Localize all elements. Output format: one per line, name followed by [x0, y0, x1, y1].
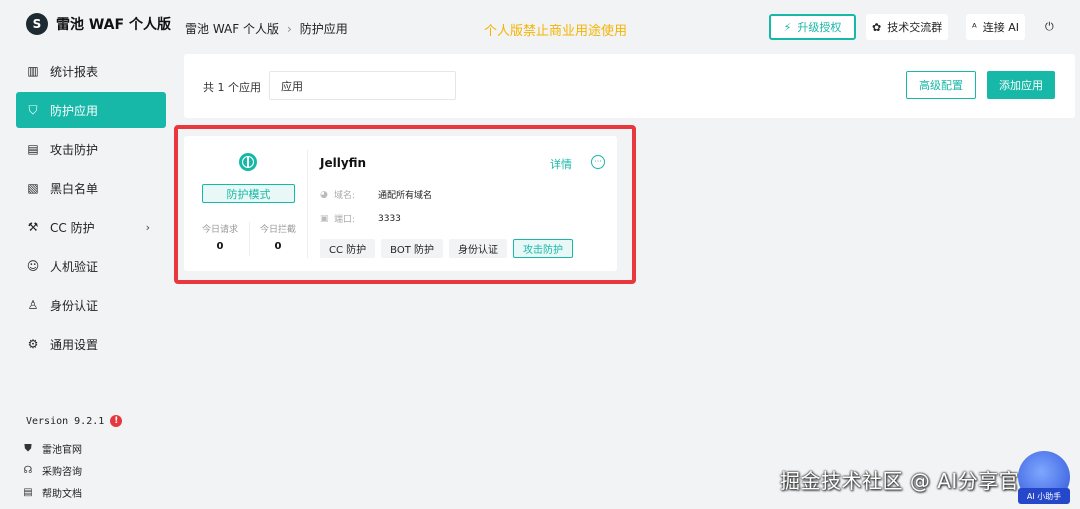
headset-icon: ☊: [23, 464, 33, 476]
tech-group-label: 技术交流群: [887, 21, 943, 34]
advanced-config-button[interactable]: 高级配置: [906, 71, 976, 99]
connect-ai-button[interactable]: ᴬ 连接 AI: [966, 14, 1026, 40]
footer-link-label: 雷池官网: [42, 444, 82, 456]
hammer-icon: ⚒: [27, 220, 39, 234]
sidebar-item-auth[interactable]: ♙ 身份认证: [16, 287, 166, 323]
bar-chart-icon: ▥: [27, 64, 39, 78]
sidebar-footer-links: ⛊ 雷池官网 ☊ 采购咨询 ▤ 帮助文档: [22, 437, 82, 503]
list-percent-icon: ▧: [27, 181, 39, 195]
sidebar-item-label: CC 防护: [50, 220, 95, 235]
person-icon: ♙: [27, 298, 39, 312]
user-check-icon: ☺: [26, 259, 40, 273]
clipboard-icon: ▤: [27, 142, 39, 156]
safeline-logo-icon: S: [26, 13, 48, 35]
upgrade-license-button[interactable]: ⚡ 升级授权: [769, 14, 856, 40]
version-text: Version 9.2.1: [26, 415, 105, 427]
sidebar-nav: ▥ 统计报表 ⛉ 防护应用 ▤ 攻击防护 ▧ 黑白名单 ⚒ CC 防护 › ☺ …: [16, 53, 166, 365]
sidebar-item-captcha[interactable]: ☺ 人机验证: [16, 248, 166, 284]
breadcrumb-root[interactable]: 雷池 WAF 个人版: [185, 20, 279, 37]
sidebar-item-cc-protection[interactable]: ⚒ CC 防护 ›: [16, 209, 166, 245]
upgrade-label: 升级授权: [797, 21, 842, 34]
sidebar-item-protected-apps[interactable]: ⛉ 防护应用: [16, 92, 166, 128]
license-notice: 个人版禁止商业用途使用: [484, 24, 628, 39]
app-search-input[interactable]: [269, 71, 456, 100]
lightning-icon: ⚡: [783, 20, 792, 34]
app-filter-panel: 共 1 个应用 高级配置 添加应用: [184, 54, 1075, 118]
sidebar-item-allow-deny-list[interactable]: ▧ 黑白名单: [16, 170, 166, 206]
sidebar: S 雷池 WAF 个人版 ▥ 统计报表 ⛉ 防护应用 ▤ 攻击防护 ▧ 黑白名单…: [0, 0, 176, 509]
top-bar: 雷池 WAF 个人版 › 防护应用 个人版禁止商业用途使用 ⚡ 升级授权 ✿ 技…: [176, 0, 1080, 54]
chevron-right-icon: ›: [286, 21, 292, 36]
update-alert-icon: !: [110, 415, 123, 427]
shield-icon: ⛉: [28, 102, 38, 117]
add-app-button[interactable]: 添加应用: [987, 71, 1055, 99]
purchase-consult-link[interactable]: ☊ 采购咨询: [22, 459, 82, 481]
connect-ai-label: 连接 AI: [982, 21, 1020, 34]
footer-link-label: 采购咨询: [42, 466, 82, 478]
chevron-right-icon: ›: [145, 220, 150, 234]
official-site-link[interactable]: ⛊ 雷池官网: [22, 437, 82, 459]
app-title: 雷池 WAF 个人版: [56, 17, 171, 33]
paw-icon: ✿: [872, 20, 882, 34]
highlight-box: [174, 125, 636, 284]
sidebar-item-label: 防护应用: [50, 103, 99, 118]
sidebar-item-label: 黑白名单: [50, 181, 99, 196]
version-info[interactable]: Version 9.2.1 !: [26, 415, 123, 427]
ai-assistant-button[interactable]: AI 小助手: [1018, 488, 1070, 504]
help-docs-link[interactable]: ▤ 帮助文档: [22, 481, 82, 503]
app-logo[interactable]: S 雷池 WAF 个人版: [26, 13, 171, 35]
sidebar-item-label: 通用设置: [50, 337, 99, 352]
sidebar-item-label: 身份认证: [50, 298, 99, 313]
sidebar-item-label: 统计报表: [50, 64, 99, 79]
safeline-shield-icon: ⛊: [24, 442, 32, 454]
footer-link-label: 帮助文档: [42, 488, 82, 500]
breadcrumb: 雷池 WAF 个人版 › 防护应用: [185, 20, 348, 37]
document-icon: ▤: [23, 486, 33, 498]
tech-group-button[interactable]: ✿ 技术交流群: [866, 14, 949, 40]
app-count: 共 1 个应用: [203, 81, 261, 94]
sidebar-item-label: 人机验证: [50, 259, 99, 274]
sidebar-item-attack-protection[interactable]: ▤ 攻击防护: [16, 131, 166, 167]
sidebar-item-label: 攻击防护: [50, 142, 99, 157]
sidebar-item-settings[interactable]: ⚙ 通用设置: [16, 326, 166, 362]
breadcrumb-current: 防护应用: [299, 22, 348, 36]
watermark: 掘金技术社区 @ AI分享官: [780, 469, 1020, 493]
logout-button[interactable]: ⏻: [1039, 14, 1060, 40]
sidebar-item-stats[interactable]: ▥ 统计报表: [16, 53, 166, 89]
logout-icon: ⏻: [1045, 20, 1054, 33]
ai-icon: ᴬ: [972, 20, 977, 34]
gear-icon: ⚙: [27, 337, 39, 351]
